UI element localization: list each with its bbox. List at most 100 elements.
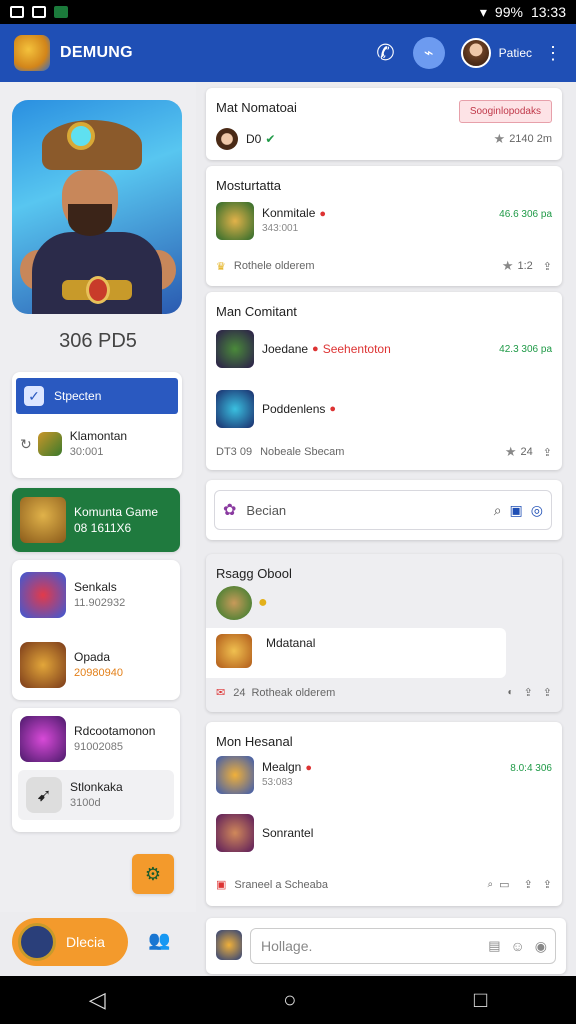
home-icon[interactable]: ○ xyxy=(283,987,296,1013)
checkbox-icon[interactable]: ✓ xyxy=(24,386,44,406)
card-meta: 24 xyxy=(520,446,533,458)
game-icon xyxy=(216,634,252,668)
feed-card[interactable]: Man Comitant Joedane ● Seehentoton 42.3 … xyxy=(206,292,562,470)
system-nav-bar: ◁ ○ □ xyxy=(0,976,576,1024)
feed-card[interactable]: Mosturtatta Konmitale 343:001 ● 46.6 306 … xyxy=(206,166,562,286)
app-notification-icon xyxy=(54,6,68,18)
feed-card[interactable]: Mat Nomatoai Sooginlopodaks D0 ✔ ★ 2140 … xyxy=(206,88,562,160)
message-input[interactable]: Hollage. ▤ ☺ ◉ xyxy=(250,928,556,964)
game-icon xyxy=(216,586,252,620)
list-item[interactable]: Opada 20980940 xyxy=(12,630,180,700)
like-icon[interactable]: ◐ xyxy=(508,687,514,698)
star-icon[interactable]: ★ xyxy=(502,258,514,274)
mic-icon[interactable]: ◉ xyxy=(535,938,547,955)
footer-code: 24 xyxy=(233,686,246,699)
fire-icon: ● xyxy=(329,403,337,415)
star-icon[interactable]: ★ xyxy=(505,444,517,460)
item-sub: 3100d xyxy=(70,797,101,809)
card-row: Sonrantel xyxy=(216,814,552,852)
item-title: Opada xyxy=(74,650,111,664)
list-item[interactable]: Rdcootamonon 91002085 xyxy=(12,708,180,770)
app-title: DEMUNG xyxy=(60,44,133,61)
row-right: 46.6 306 pa xyxy=(499,208,552,220)
recents-icon[interactable]: □ xyxy=(474,987,487,1013)
signal-icon: ▾ xyxy=(479,3,487,20)
share-icon[interactable]: ⇪ xyxy=(543,878,552,891)
share-icon[interactable]: ⇪ xyxy=(543,446,552,459)
share-icon[interactable]: ⇪ xyxy=(524,878,533,891)
action-button[interactable]: ⚙ xyxy=(132,854,174,894)
app-bar: DEMUNG ✆ ⌁ Patiec ⋮ xyxy=(0,24,576,82)
mail-icon: ✉ xyxy=(216,687,226,699)
battery-level: 99% xyxy=(494,4,523,20)
row-title: Mealgn xyxy=(262,760,302,774)
hero-portrait[interactable] xyxy=(12,100,182,314)
hero-gem xyxy=(67,122,95,150)
row-sub: 53:083 xyxy=(262,777,293,788)
calendar-icon[interactable]: ▣ xyxy=(510,502,523,519)
profile-button[interactable]: Dlecia xyxy=(12,918,128,966)
card-row: Joedane ● Seehentoton 42.3 306 pa xyxy=(216,330,552,368)
link-icon[interactable]: ⌁ xyxy=(412,37,445,69)
card-row: Poddenlens ● xyxy=(216,390,552,428)
featured-game-card[interactable]: Komunta Game 08 1611X6 xyxy=(12,488,180,552)
selected-item[interactable]: ✓ Stpecten xyxy=(16,378,178,414)
game-icon xyxy=(20,716,66,762)
settings-icon[interactable]: ◎ xyxy=(531,502,543,519)
emoji-icon[interactable]: ☺ xyxy=(510,938,524,954)
left-panel: 306 PD5 ✓ Stpecten ↻ Klamontan 30:001 Kom… xyxy=(0,82,196,912)
fire-icon: ● xyxy=(319,208,327,220)
share-icon[interactable]: ⇪ xyxy=(543,686,552,699)
list-item[interactable]: Senkals 11.902932 xyxy=(12,560,180,630)
card-footer: DT3 09 Nobeale Sbecam ★ 24 ⇪ xyxy=(216,444,552,460)
card-title: Rsagg Obool xyxy=(216,566,292,581)
card-title: Mosturtatta xyxy=(216,178,282,193)
avatar[interactable] xyxy=(460,38,491,68)
footer-text: Rothele olderem xyxy=(233,260,315,272)
composer: Hollage. ▤ ☺ ◉ xyxy=(206,918,566,974)
game-list: Senkals 11.902932 Opada 20980940 xyxy=(12,560,180,700)
search-icon[interactable]: ⌕ xyxy=(494,502,502,519)
feed-card[interactable]: Mon Hesanal Mealgn 53:083 ● 8.0:4 306 Son… xyxy=(206,722,562,906)
back-icon[interactable]: ◁ xyxy=(89,987,106,1013)
item-sub: 11.902932 xyxy=(74,597,126,609)
highlight-row[interactable]: Mdatanal xyxy=(206,628,506,678)
refresh-icon: ↻ xyxy=(20,435,32,452)
media-icon[interactable]: ▭ xyxy=(499,878,509,891)
notification-icon xyxy=(10,6,24,18)
status-badge[interactable]: Sooginlopodaks xyxy=(458,100,552,123)
bird-icon: ➹ xyxy=(26,777,62,813)
people-icon[interactable]: 👥 xyxy=(148,930,170,951)
cannon-icon: ⚙ xyxy=(144,863,162,884)
game-icon xyxy=(37,432,62,456)
avatar xyxy=(216,128,238,150)
list-item[interactable]: ➹ Stlonkaka 3100d xyxy=(18,770,174,820)
star-icon[interactable]: ★ xyxy=(494,131,506,147)
row-right: 42.3 306 pa xyxy=(499,343,552,355)
item-title: Klamontan xyxy=(69,429,128,443)
row-title: Mdatanal xyxy=(266,636,316,650)
card-meta: 1:2 xyxy=(517,260,533,272)
item-sub: 91002085 xyxy=(74,741,123,753)
gold-badge-icon: ● xyxy=(258,594,268,611)
more-menu-icon[interactable]: ⋮ xyxy=(544,43,562,64)
crown-icon: ♛ xyxy=(216,260,226,273)
game-list: Rdcootamonon 91002085 ➹ Stlonkaka 3100d xyxy=(12,708,180,832)
search-icon[interactable]: ⌕ xyxy=(488,879,494,890)
bottom-bar: Dlecia 👥 Hollage. ▤ ☺ ◉ xyxy=(0,912,576,976)
list-item[interactable]: ↻ Klamontan 30:001 xyxy=(12,414,182,474)
share-icon[interactable]: ⇪ xyxy=(524,686,533,699)
footer-text: Sraneel a Scheaba xyxy=(234,878,328,891)
attach-icon[interactable]: ▤ xyxy=(488,938,500,954)
phone-icon[interactable]: ✆ xyxy=(376,40,394,66)
feed-card[interactable]: Rsagg Obool ● Mdatanal ✉ 24 Rotheak olde… xyxy=(206,554,562,712)
status-bar: ▾ 99% 13:33 xyxy=(0,0,576,24)
card-footer: ▣ Sraneel a Scheaba ⌕ ▭ ⇪ ⇪ xyxy=(216,878,552,892)
share-icon[interactable]: ⇪ xyxy=(543,260,552,273)
profile-button-label: Dlecia xyxy=(66,934,105,950)
card-footer: ♛ Rothele olderem ★ 1:2 ⇪ xyxy=(216,258,552,274)
footer-code: DT3 09 xyxy=(216,446,253,458)
search-field[interactable]: ✿ Becian ⌕ ▣ ◎ xyxy=(214,490,552,530)
game-sub: 08 1611X6 xyxy=(74,521,132,535)
card-title: Mon Hesanal xyxy=(216,734,293,749)
